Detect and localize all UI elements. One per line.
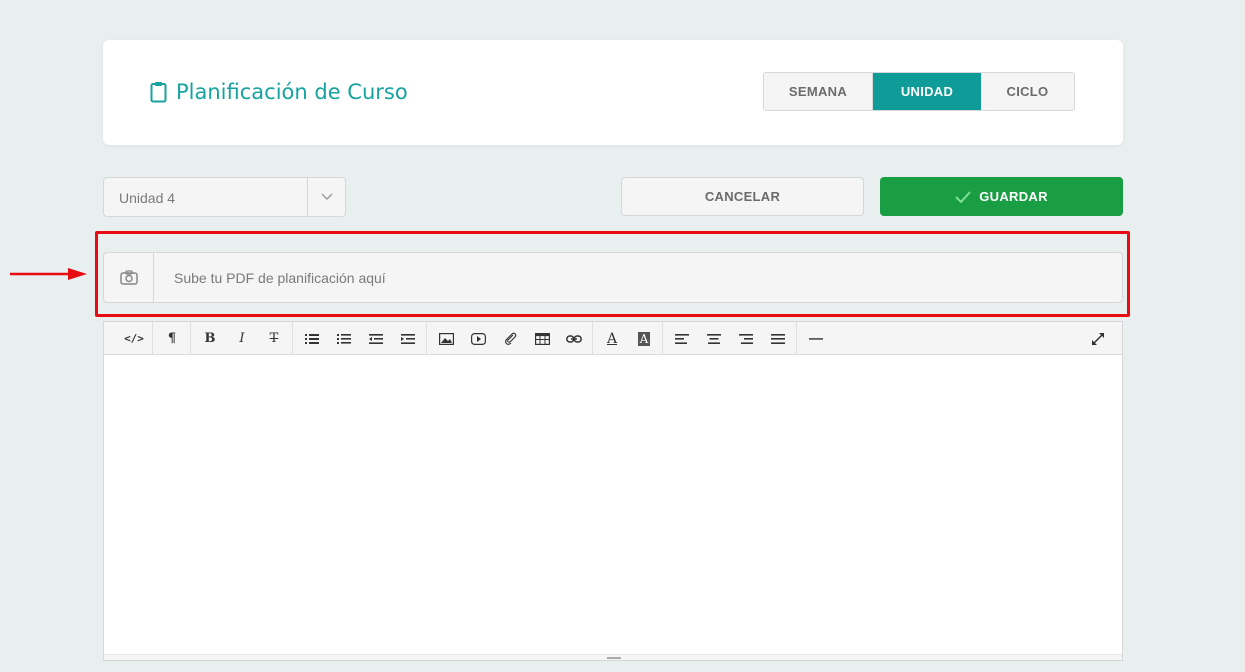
align-justify-icon[interactable] [762,322,794,355]
tab-unidad[interactable]: UNIDAD [873,73,981,110]
chevron-down-icon[interactable] [307,178,345,216]
save-button[interactable]: GUARDAR [880,177,1123,216]
rich-text-editor: </> ¶ B I T A A [103,321,1123,661]
tab-ciclo[interactable]: CICLO [981,73,1074,110]
text-color-icon[interactable]: A [596,322,628,355]
page-title-text: Planificación de Curso [176,80,408,104]
header-card: Planificación de Curso SEMANA UNIDAD CIC… [103,40,1123,145]
outdent-icon[interactable] [360,322,392,355]
annotation-highlight-box [95,231,1130,317]
code-view-icon[interactable]: </> [118,322,150,355]
editor-content-area[interactable] [104,355,1122,657]
unordered-list-icon[interactable] [296,322,328,355]
image-icon[interactable] [430,322,462,355]
align-center-icon[interactable] [698,322,730,355]
unit-select-value: Unidad 4 [119,190,176,206]
annotation-arrow-icon [10,268,87,280]
paragraph-icon[interactable]: ¶ [156,322,188,355]
unit-select[interactable]: Unidad 4 [103,177,346,217]
editor-toolbar: </> ¶ B I T A A [104,322,1122,355]
period-tabs: SEMANA UNIDAD CICLO [763,72,1075,111]
link-icon[interactable] [558,322,590,355]
check-icon [955,190,971,203]
table-icon[interactable] [526,322,558,355]
horizontal-rule-icon[interactable] [800,322,832,355]
strikethrough-icon[interactable]: T [258,322,290,355]
editor-resize-handle[interactable] [104,654,1122,660]
indent-icon[interactable] [392,322,424,355]
fullscreen-icon[interactable] [1082,322,1114,355]
cancel-button[interactable]: CANCELAR [621,177,864,216]
italic-icon[interactable]: I [226,322,258,355]
attach-file-icon[interactable] [494,322,526,355]
video-icon[interactable] [462,322,494,355]
save-button-label: GUARDAR [979,189,1048,204]
align-left-icon[interactable] [666,322,698,355]
ordered-list-icon[interactable] [328,322,360,355]
clipboard-icon [150,82,167,103]
page-title: Planificación de Curso [150,80,408,104]
align-right-icon[interactable] [730,322,762,355]
tab-semana[interactable]: SEMANA [764,73,873,110]
bold-icon[interactable]: B [194,322,226,355]
background-color-icon[interactable]: A [628,322,660,355]
